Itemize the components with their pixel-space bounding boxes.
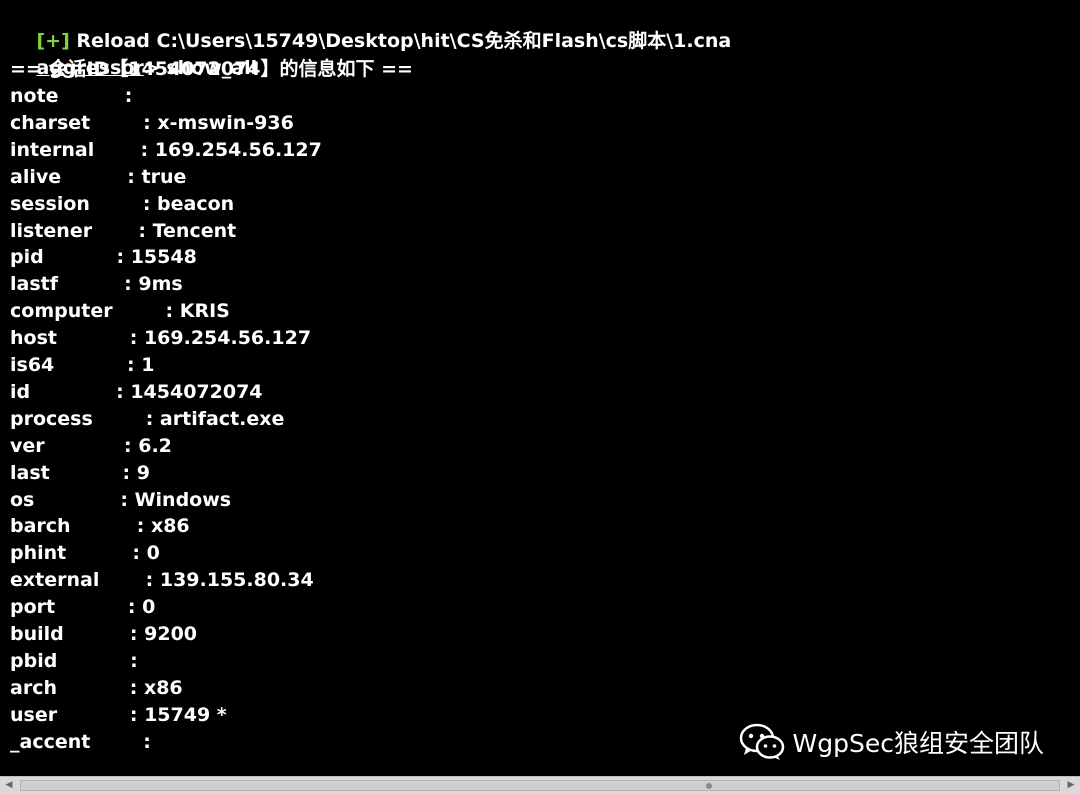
field-row: lastf : 9ms [10, 271, 183, 297]
field-key: internal [10, 138, 95, 161]
scrollbar-grip-icon [706, 783, 712, 789]
field-key: external [10, 569, 100, 592]
field-key: arch [10, 676, 57, 699]
field-value: : 6.2 [44, 434, 172, 457]
field-row: process : artifact.exe [10, 406, 284, 432]
field-value: : [58, 85, 133, 107]
watermark-text: WgpSec狼组安全团队 [792, 729, 1044, 758]
field-value: : [57, 649, 138, 672]
field-row: alive : true [10, 164, 186, 190]
field-value: : KRIS [112, 300, 230, 323]
field-key: last [10, 461, 50, 484]
field-value: : Tencent [92, 219, 237, 242]
scrollbar-thumb[interactable] [20, 780, 1060, 791]
field-key: listener [10, 219, 93, 242]
info-banner: == 会话ID【1454072074】的信息如下 == [10, 58, 413, 80]
field-value: : 0 [55, 596, 156, 619]
field-value: : x86 [70, 515, 190, 538]
field-value: : [90, 730, 151, 753]
field-row: internal : 169.254.56.127 [10, 137, 322, 163]
scroll-right-icon[interactable]: ▶ [1066, 780, 1076, 791]
field-row: computer : KRIS [10, 298, 230, 324]
field-row: host : 169.254.56.127 [10, 325, 311, 351]
field-key: _accent [10, 730, 91, 753]
field-key: lastf [10, 273, 58, 296]
field-row: is64 : 1 [10, 352, 154, 378]
field-key: session [10, 192, 90, 215]
field-value: : 169.254.56.127 [56, 327, 312, 350]
field-key: barch [10, 515, 71, 538]
field-value: : beacon [89, 192, 235, 215]
field-value: : Windows [34, 488, 232, 511]
field-key: alive [10, 165, 62, 188]
field-row: port : 0 [10, 594, 155, 620]
field-value: : x-mswin-936 [90, 111, 294, 134]
field-row: listener : Tencent [10, 218, 236, 244]
field-value: : 1454072074 [30, 380, 263, 403]
field-value: : 169.254.56.127 [94, 138, 322, 161]
field-row: barch : x86 [10, 513, 190, 539]
field-key: pid [10, 246, 44, 269]
field-row: ver : 6.2 [10, 433, 172, 459]
field-row: build : 9200 [10, 621, 197, 647]
field-row: arch : x86 [10, 675, 183, 701]
field-value: : 139.155.80.34 [99, 569, 314, 592]
field-key: port [10, 596, 56, 619]
field-key: pbid [10, 649, 58, 672]
field-key: process [10, 407, 93, 430]
prompt-line: aggressor> show_all [10, 29, 257, 79]
field-row: charset : x-mswin-936 [10, 110, 294, 136]
field-value: : 9200 [63, 623, 198, 645]
reload-line: [+] Reload C:\Users\15749\Desktop\hit\CS… [10, 2, 731, 52]
watermark: WgpSec狼组安全团队 [739, 720, 1044, 764]
field-key: charset [10, 111, 91, 134]
field-key: note [10, 85, 59, 107]
field-row: phint : 0 [10, 540, 160, 566]
field-key: phint [10, 542, 67, 565]
field-row: last : 9 [10, 460, 150, 486]
field-row: id : 1454072074 [10, 379, 263, 405]
field-key: ver [10, 434, 45, 457]
field-value: : x86 [56, 676, 183, 699]
field-value: : artifact.exe [92, 407, 285, 430]
console-output: [+] Reload C:\Users\15749\Desktop\hit\CS… [0, 0, 1080, 794]
field-row: note : [10, 83, 132, 109]
field-row: user : 15749 * [10, 702, 227, 728]
field-key: user [10, 703, 58, 726]
field-value: : 15548 [43, 246, 197, 269]
field-value: : 0 [66, 542, 160, 565]
field-key: host [10, 327, 57, 350]
horizontal-scrollbar[interactable]: ◀ ▶ [0, 776, 1080, 794]
wechat-icon [739, 723, 784, 760]
field-key: computer [10, 300, 113, 323]
field-value: : 9 [49, 461, 150, 484]
field-key: os [10, 488, 35, 511]
field-value: : true [61, 165, 187, 188]
field-value: : 15749 * [57, 703, 227, 726]
field-row: session : beacon [10, 191, 234, 217]
field-key: is64 [10, 354, 55, 376]
field-row: os : Windows [10, 487, 231, 513]
field-value: : 1 [54, 354, 155, 376]
field-value: : 9ms [58, 273, 183, 296]
field-key: build [10, 623, 64, 645]
scroll-left-icon[interactable]: ◀ [4, 780, 14, 791]
field-row: pbid : [10, 648, 138, 674]
field-row: _accent : [10, 729, 151, 755]
field-row: external : 139.155.80.34 [10, 567, 314, 593]
field-key: id [10, 380, 31, 403]
field-row: pid : 15548 [10, 244, 197, 270]
